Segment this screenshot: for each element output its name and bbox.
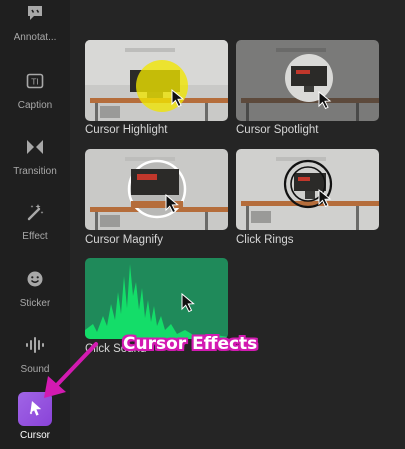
effect-label: Cursor Highlight <box>85 124 168 136</box>
comment-icon <box>24 2 46 24</box>
effect-label: Cursor Spotlight <box>236 124 319 136</box>
sidebar-item-caption[interactable]: TI Caption <box>0 70 70 128</box>
caption-icon: TI <box>24 70 46 92</box>
sidebar-item-label: Caption <box>17 100 53 111</box>
sidebar-item-label: Annotat... <box>13 32 57 43</box>
sticker-icon <box>24 268 46 290</box>
thumbnail <box>236 149 379 230</box>
magic-wand-icon <box>24 201 46 223</box>
effect-tile-click-rings[interactable] <box>236 149 379 230</box>
effect-tile-cursor-magnify[interactable] <box>85 149 228 230</box>
thumbnail <box>85 258 228 339</box>
sidebar-item-label: Effect <box>22 231 48 242</box>
annotation-arrow <box>44 342 98 398</box>
sidebar-item-annotation[interactable]: Annotat... <box>0 2 70 60</box>
sidebar-item-label: Transition <box>13 166 57 177</box>
sidebar-item-transition[interactable]: Transition <box>0 136 70 194</box>
annotation-callout: Cursor Effects <box>123 334 258 354</box>
svg-text:TI: TI <box>30 78 38 87</box>
sidebar-item-label: Sticker <box>19 298 51 309</box>
thumbnail <box>85 40 228 121</box>
thumbnail <box>236 40 379 121</box>
effect-tile-click-sound[interactable] <box>85 258 228 339</box>
effect-tile-cursor-highlight[interactable] <box>85 40 228 121</box>
transition-icon <box>24 136 46 158</box>
sidebar-item-label: Cursor <box>19 430 50 441</box>
thumbnail <box>85 149 228 230</box>
effect-tile-cursor-spotlight[interactable] <box>236 40 379 121</box>
effect-label: Cursor Magnify <box>85 234 163 246</box>
effect-label: Click Rings <box>236 234 294 246</box>
sidebar-item-sticker[interactable]: Sticker <box>0 268 70 326</box>
sidebar-item-effect[interactable]: Effect <box>0 201 70 259</box>
